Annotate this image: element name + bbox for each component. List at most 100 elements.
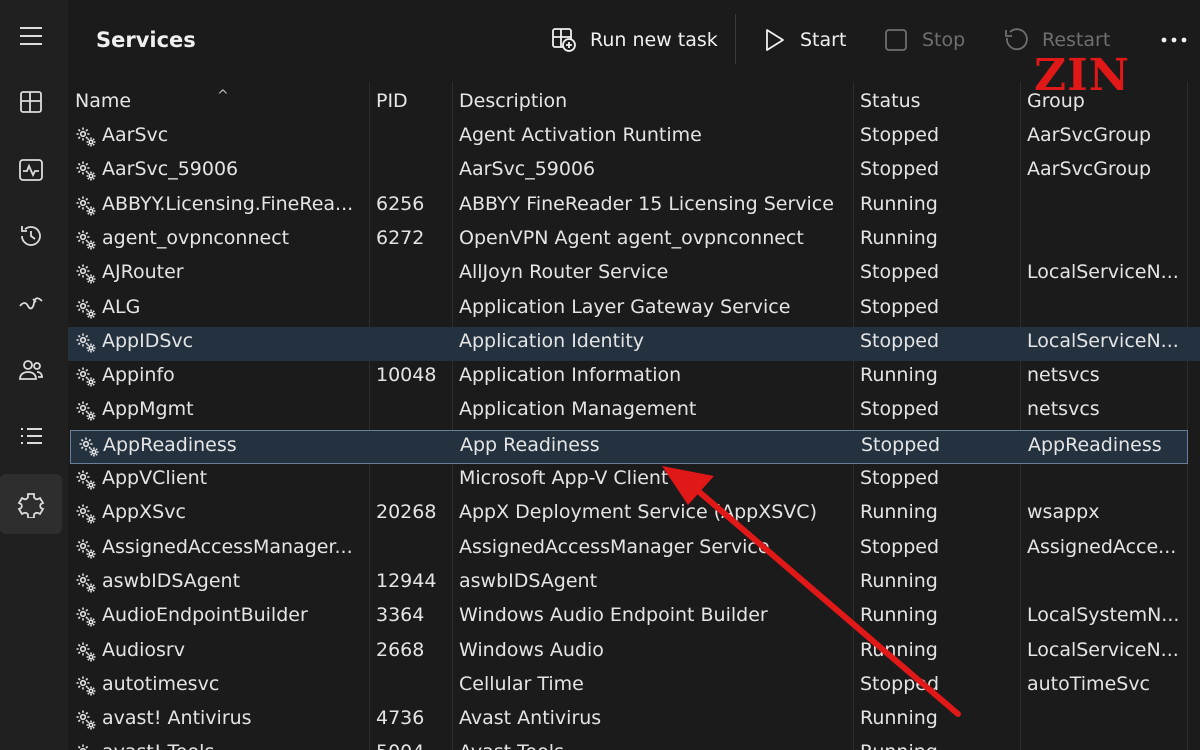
cell-status: Stopped [861,433,941,456]
table-row[interactable]: ABBYY.Licensing.FineRea... 6256 ABBYY Fine… [68,190,1200,224]
sort-ascending-icon: ^ [217,88,229,104]
cell-name: AJRouter [102,261,184,284]
service-gear-icon [74,262,98,286]
cell-name: ABBYY.Licensing.FineRea... [102,192,354,215]
table-row[interactable]: AppVClient Microsoft App-V Client Stopped [68,464,1200,498]
cell-status: Running [860,226,938,249]
app-history-icon [21,226,41,246]
nav-app-history[interactable] [0,206,62,266]
cell-description: Windows Audio Endpoint Builder [459,604,768,627]
service-gear-icon [74,399,98,423]
cell-pid: 2668 [376,638,425,661]
cell-name: AppIDSvc [102,329,194,352]
table-row[interactable]: AarSvc Agent Activation Runtime Stopped Aar… [68,121,1200,155]
cell-description: Application Layer Gateway Service [459,295,791,318]
performance-icon [19,159,43,181]
service-gear-icon [74,674,98,698]
cell-description: Avast Antivirus [459,707,602,730]
cell-description: Agent Activation Runtime [459,124,702,146]
stop-icon [885,29,907,51]
cell-pid: 12944 [376,569,437,592]
table-row[interactable]: AppReadiness App Readiness Stopped AppReadi… [70,429,1188,464]
nav-services[interactable] [0,474,62,534]
cell-status: Running [860,569,938,592]
nav-performance[interactable] [0,140,62,200]
table-row[interactable]: AssignedAccessManager... AssignedAccessMa… [68,533,1200,567]
start-button[interactable]: Start [760,22,846,58]
column-header-pid[interactable]: PID [376,90,408,112]
cell-group: AarSvcGroup [1027,124,1152,146]
service-gear-icon [74,365,98,389]
cell-pid: 6272 [376,226,425,249]
more-options-button[interactable] [1156,22,1192,58]
nav-users[interactable] [0,340,62,400]
cell-name: AssignedAccessManager... [102,535,353,558]
cell-name: AppReadiness [103,433,237,456]
table-row[interactable]: AarSvc_59006 AarSvc_59006 Stopped AarSvcGro… [68,155,1200,189]
cell-group: LocalServiceN... [1027,638,1179,661]
nav-startup-apps[interactable] [0,272,62,332]
service-gear-icon [74,125,98,149]
service-gear-icon [74,468,98,492]
cell-status: Stopped [860,124,940,146]
table-row[interactable]: autotimesvc Cellular Time Stopped autoTimeS… [68,670,1200,704]
cell-name: Audiosrv [102,638,185,661]
cell-status: Running [860,364,938,387]
table-row[interactable]: AJRouter AllJoyn Router Service Stopped Loc… [68,258,1200,292]
nav-processes[interactable] [0,72,62,132]
cell-description: Microsoft App-V Client [459,467,669,489]
cell-description: aswbIDSAgent [459,569,598,592]
run-new-task-button[interactable]: Run new task [550,22,718,58]
stop-label: Stop [922,29,966,51]
cell-pid: 20268 [376,501,437,524]
start-label: Start [800,29,847,51]
restart-label: Restart [1042,29,1111,51]
toolbar-separator [735,14,736,64]
cell-group: AppReadiness [1028,433,1162,456]
table-row[interactable]: Audiosrv 2668 Windows Audio Running LocalSer… [68,636,1200,670]
cell-name: Appinfo [102,364,175,387]
cell-description: Application Information [459,364,682,387]
table-row[interactable]: avast! Antivirus 4736 Avast Antivirus Runni… [68,704,1200,738]
hamburger-menu-button[interactable] [0,6,62,66]
cell-description: ABBYY FineReader 15 Licensing Service [459,192,834,215]
table-row[interactable]: AppIDSvc Application Identity Stopped Local… [68,326,1200,361]
cell-name: AppMgmt [102,398,194,421]
column-header-description[interactable]: Description [459,90,567,112]
cell-status: Stopped [860,295,940,318]
table-row[interactable]: AppMgmt Application Management Stopped nets… [68,395,1200,429]
column-header-status[interactable]: Status [860,90,921,112]
service-gear-icon [74,537,98,561]
service-gear-icon [74,228,98,252]
table-row[interactable]: AudioEndpointBuilder 3364 Windows Audio En… [68,601,1200,635]
table-row[interactable]: ALG Application Layer Gateway Service Stop… [68,293,1200,327]
table-row[interactable]: Appinfo 10048 Application Information Runni… [68,361,1200,395]
cell-pid: 6256 [376,192,425,215]
details-icon [21,428,42,444]
nav-details[interactable] [0,406,62,466]
vertical-scrollbar[interactable] [1192,82,1200,750]
stop-button[interactable]: Stop [882,22,965,58]
more-dots-icon [1161,37,1187,43]
cell-status: Running [860,741,1016,750]
cell-status: Stopped [860,329,940,352]
service-gear-icon [77,435,101,459]
cell-description: App Readiness [460,433,600,456]
table-row[interactable]: avast! Tools 5004 Avast Tools Running [68,738,1200,750]
cell-group: LocalServiceN... [1027,329,1179,352]
cell-group: netsvcs [1027,398,1100,421]
cell-group: autoTimeSvc [1027,672,1151,695]
table-row[interactable]: aswbIDSAgent 12944 aswbIDSAgent Running [68,567,1200,601]
cell-description: AllJoyn Router Service [459,261,669,284]
cell-pid: 5004 [376,741,448,750]
cell-description: Application Identity [459,329,645,352]
play-icon [766,29,784,51]
cell-status: Running [860,707,938,730]
run-new-task-label: Run new task [590,29,718,51]
column-header-name[interactable]: Name ^ [75,88,229,112]
startup-apps-icon [19,297,43,310]
table-row[interactable]: AppXSvc 20268 AppX Deployment Service (App… [68,498,1200,532]
cell-name: aswbIDSAgent [102,569,241,592]
service-gear-icon [74,640,98,664]
table-row[interactable]: agent_ovpnconnect 6272 OpenVPN Agent agent… [68,224,1200,258]
